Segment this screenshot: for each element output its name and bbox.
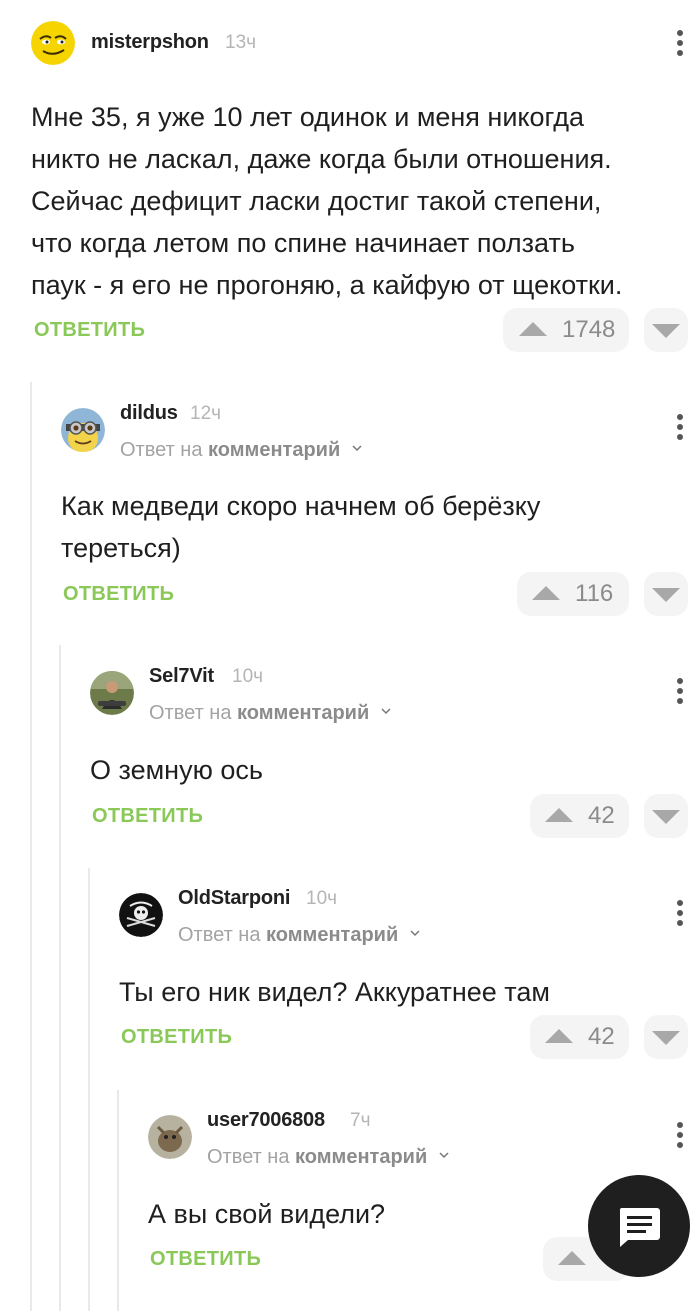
reply-to-link[interactable]: Ответ на комментарий — [149, 702, 391, 725]
thread-line — [88, 868, 90, 1311]
username[interactable]: OldStarponi — [178, 887, 290, 910]
vote-count: 1748 — [562, 316, 616, 343]
comments-fab-button[interactable] — [588, 1175, 690, 1277]
chevron-down-icon — [381, 708, 391, 714]
avatar[interactable] — [119, 893, 163, 937]
more-options-icon[interactable] — [676, 1122, 684, 1152]
timestamp: 13ч — [225, 32, 257, 53]
triangle-down-icon — [652, 1031, 680, 1045]
avatar[interactable] — [90, 671, 134, 715]
username[interactable]: Sel7Vit — [149, 665, 214, 688]
chat-bubble-icon — [619, 1208, 660, 1247]
comment-text: О земную ось — [90, 755, 263, 785]
upvote-button[interactable]: 1748 — [503, 308, 629, 352]
reply-to-link[interactable]: Ответ на комментарий — [207, 1146, 449, 1169]
downvote-button[interactable] — [644, 794, 688, 838]
triangle-down-icon — [652, 588, 680, 602]
upvote-button[interactable]: 42 — [530, 794, 629, 838]
upvote-button[interactable]: 42 — [530, 1015, 629, 1059]
timestamp: 10ч — [232, 666, 264, 687]
thread-line — [117, 1090, 119, 1311]
timestamp: 7ч — [350, 1110, 371, 1131]
triangle-up-icon — [519, 322, 547, 336]
username[interactable]: user7006808 — [207, 1109, 325, 1132]
more-options-icon[interactable] — [676, 30, 684, 60]
avatar[interactable] — [61, 408, 105, 452]
reply-button[interactable]: ОТВЕТИТЬ — [63, 583, 174, 606]
thread-line — [30, 382, 32, 1311]
vote-count: 42 — [588, 1023, 615, 1050]
more-options-icon[interactable] — [676, 678, 684, 708]
downvote-button[interactable] — [644, 308, 688, 352]
vote-count: 42 — [588, 802, 615, 829]
reply-button[interactable]: ОТВЕТИТЬ — [121, 1026, 232, 1049]
reply-button[interactable]: ОТВЕТИТЬ — [92, 805, 203, 828]
thread-line — [59, 645, 61, 1311]
reply-button[interactable]: ОТВЕТИТЬ — [150, 1248, 261, 1271]
upvote-button[interactable]: 116 — [517, 572, 629, 616]
triangle-up-icon — [545, 808, 573, 822]
reply-button[interactable]: ОТВЕТИТЬ — [34, 319, 145, 342]
more-options-icon[interactable] — [676, 414, 684, 444]
timestamp: 12ч — [190, 403, 222, 424]
username[interactable]: misterpshon — [91, 31, 209, 54]
comment-text: Как медведи скоро начнем об берёзку тере… — [61, 491, 541, 563]
triangle-up-icon — [532, 586, 560, 600]
triangle-up-icon — [558, 1251, 586, 1265]
comment-text: Ты его ник видел? Аккуратнее там — [119, 977, 550, 1007]
triangle-down-icon — [652, 810, 680, 824]
comment-text: Мне 35, я уже 10 лет одинок и меня никог… — [31, 102, 623, 300]
username[interactable]: dildus — [120, 402, 178, 425]
avatar[interactable] — [148, 1115, 192, 1159]
timestamp: 10ч — [306, 888, 338, 909]
triangle-up-icon — [545, 1029, 573, 1043]
reply-to-link[interactable]: Ответ на комментарий — [178, 924, 420, 947]
downvote-button[interactable] — [644, 1015, 688, 1059]
vote-count: 116 — [575, 580, 614, 607]
chevron-down-icon — [410, 930, 420, 936]
triangle-down-icon — [652, 324, 680, 338]
chevron-down-icon — [439, 1152, 449, 1158]
more-options-icon[interactable] — [676, 900, 684, 930]
comment-text: А вы свой видели? — [148, 1199, 386, 1229]
downvote-button[interactable] — [644, 572, 688, 616]
avatar[interactable] — [31, 21, 75, 65]
chevron-down-icon — [352, 445, 362, 451]
reply-to-link[interactable]: Ответ на комментарий — [120, 439, 362, 462]
